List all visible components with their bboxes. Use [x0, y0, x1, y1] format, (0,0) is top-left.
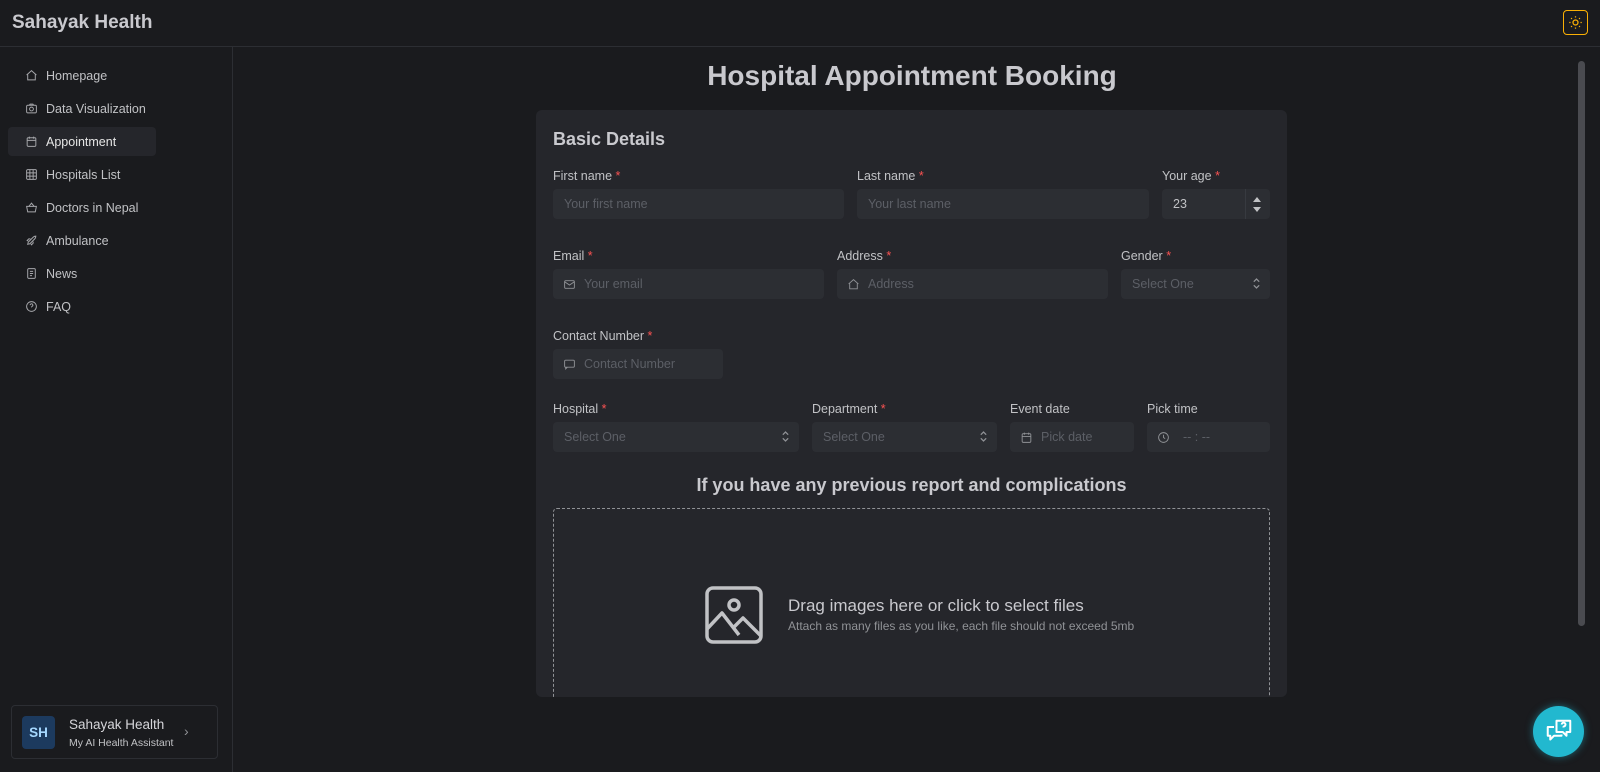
- sidebar: Homepage Data Visualization Appointment …: [0, 47, 233, 772]
- pick-time-input[interactable]: -- : --: [1147, 422, 1270, 452]
- hospital-select[interactable]: Select One: [553, 422, 799, 452]
- sidebar-item-data-visualization[interactable]: Data Visualization: [8, 94, 156, 123]
- department-placeholder: Select One: [823, 430, 885, 444]
- user-subtitle: My AI Health Assistant: [69, 737, 174, 749]
- calendar-icon: [25, 135, 38, 148]
- stepper-down-icon[interactable]: [1253, 207, 1261, 212]
- gender-select[interactable]: Select One: [1121, 269, 1270, 299]
- home-icon: [25, 69, 38, 82]
- sidebar-item-label: Hospitals List: [46, 167, 121, 182]
- calendar-icon: [1020, 431, 1033, 444]
- file-dropzone[interactable]: Drag images here or click to select file…: [553, 508, 1270, 697]
- event-date-placeholder: Pick date: [1041, 430, 1093, 444]
- theme-toggle-button[interactable]: [1563, 10, 1588, 35]
- app-header: Sahayak Health: [0, 0, 1600, 47]
- contact-number-field[interactable]: Contact Number: [553, 349, 723, 379]
- sun-icon: [1568, 15, 1583, 30]
- clock-icon: [1157, 431, 1170, 444]
- sidebar-item-homepage[interactable]: Homepage: [8, 61, 156, 90]
- app-title: Sahayak Health: [12, 12, 153, 33]
- table-icon: [25, 168, 38, 181]
- sidebar-item-doctors-in-nepal[interactable]: Doctors in Nepal: [8, 193, 156, 222]
- rocket-icon: [25, 234, 38, 247]
- page-title: Hospital Appointment Booking: [707, 60, 1117, 91]
- pick-time-label: Pick time: [1147, 402, 1198, 416]
- photo-icon: [704, 585, 764, 645]
- avatar: SH: [22, 716, 55, 749]
- age-label: Your age *: [1162, 169, 1220, 183]
- department-select[interactable]: Select One: [812, 422, 997, 452]
- pick-time-placeholder: -- : --: [1183, 430, 1211, 444]
- sidebar-item-hospitals-list[interactable]: Hospitals List: [8, 160, 156, 189]
- sidebar-item-label: Appointment: [46, 134, 117, 149]
- scrollbar[interactable]: [1578, 61, 1585, 626]
- sidebar-item-label: Homepage: [46, 68, 108, 83]
- last-name-label: Last name *: [857, 169, 924, 183]
- section-title: Basic Details: [553, 129, 666, 149]
- user-name: Sahayak Health: [69, 717, 165, 732]
- first-name-input[interactable]: Your first name: [553, 189, 844, 219]
- selector-icon: [1253, 278, 1260, 289]
- gender-label: Gender *: [1121, 249, 1172, 263]
- last-name-input[interactable]: Your last name: [857, 189, 1149, 219]
- home-icon: [847, 278, 860, 291]
- age-value: 23: [1173, 197, 1187, 211]
- email-placeholder: Your email: [584, 277, 643, 291]
- dropzone-sub-text: Attach as many files as you like, each f…: [788, 619, 1135, 633]
- news-icon: [25, 267, 38, 280]
- first-name-label: First name *: [553, 169, 621, 183]
- email-label: Email *: [553, 249, 593, 263]
- user-card[interactable]: SH Sahayak Health My AI Health Assistant…: [11, 705, 218, 759]
- chat-assistant-button[interactable]: [1533, 706, 1584, 757]
- address-label: Address *: [837, 249, 892, 263]
- gender-placeholder: Select One: [1132, 277, 1194, 291]
- sidebar-item-label: Doctors in Nepal: [46, 200, 139, 215]
- selector-icon: [782, 431, 789, 442]
- sidebar-item-faq[interactable]: FAQ: [8, 292, 156, 321]
- sidebar-item-ambulance[interactable]: Ambulance: [8, 226, 156, 255]
- sidebar-item-label: FAQ: [46, 299, 72, 314]
- form-card: Basic Details First name * Your first na…: [536, 110, 1287, 697]
- sidebar-item-label: News: [46, 266, 78, 281]
- contact-label: Contact Number *: [553, 329, 653, 343]
- age-number-input[interactable]: 23: [1162, 189, 1270, 219]
- department-label: Department *: [812, 402, 886, 416]
- address-field[interactable]: Address: [837, 269, 1108, 299]
- chat-help-icon: [1544, 717, 1574, 747]
- address-placeholder: Address: [868, 277, 914, 291]
- dropzone-main-text: Drag images here or click to select file…: [788, 596, 1084, 615]
- sidebar-item-label: Ambulance: [46, 233, 109, 248]
- hospital-label: Hospital *: [553, 402, 607, 416]
- camera-icon: [25, 102, 38, 115]
- message-icon: [563, 358, 576, 371]
- hospital-placeholder: Select One: [564, 430, 626, 444]
- sidebar-item-label: Data Visualization: [46, 101, 146, 116]
- email-field[interactable]: Your email: [553, 269, 824, 299]
- stepper-up-icon[interactable]: [1253, 197, 1261, 202]
- chevron-right-icon: ›: [184, 723, 189, 739]
- help-icon: [25, 300, 38, 313]
- event-date-label: Event date: [1010, 402, 1070, 416]
- event-date-picker[interactable]: Pick date: [1010, 422, 1134, 452]
- basket-icon: [25, 201, 38, 214]
- selector-icon: [980, 431, 987, 442]
- upload-section-title: If you have any previous report and comp…: [696, 475, 1127, 495]
- age-stepper: [1245, 189, 1270, 219]
- mail-icon: [563, 278, 576, 291]
- sidebar-item-news[interactable]: News: [8, 259, 156, 288]
- sidebar-item-appointment[interactable]: Appointment: [8, 127, 156, 156]
- contact-placeholder: Contact Number: [584, 357, 676, 371]
